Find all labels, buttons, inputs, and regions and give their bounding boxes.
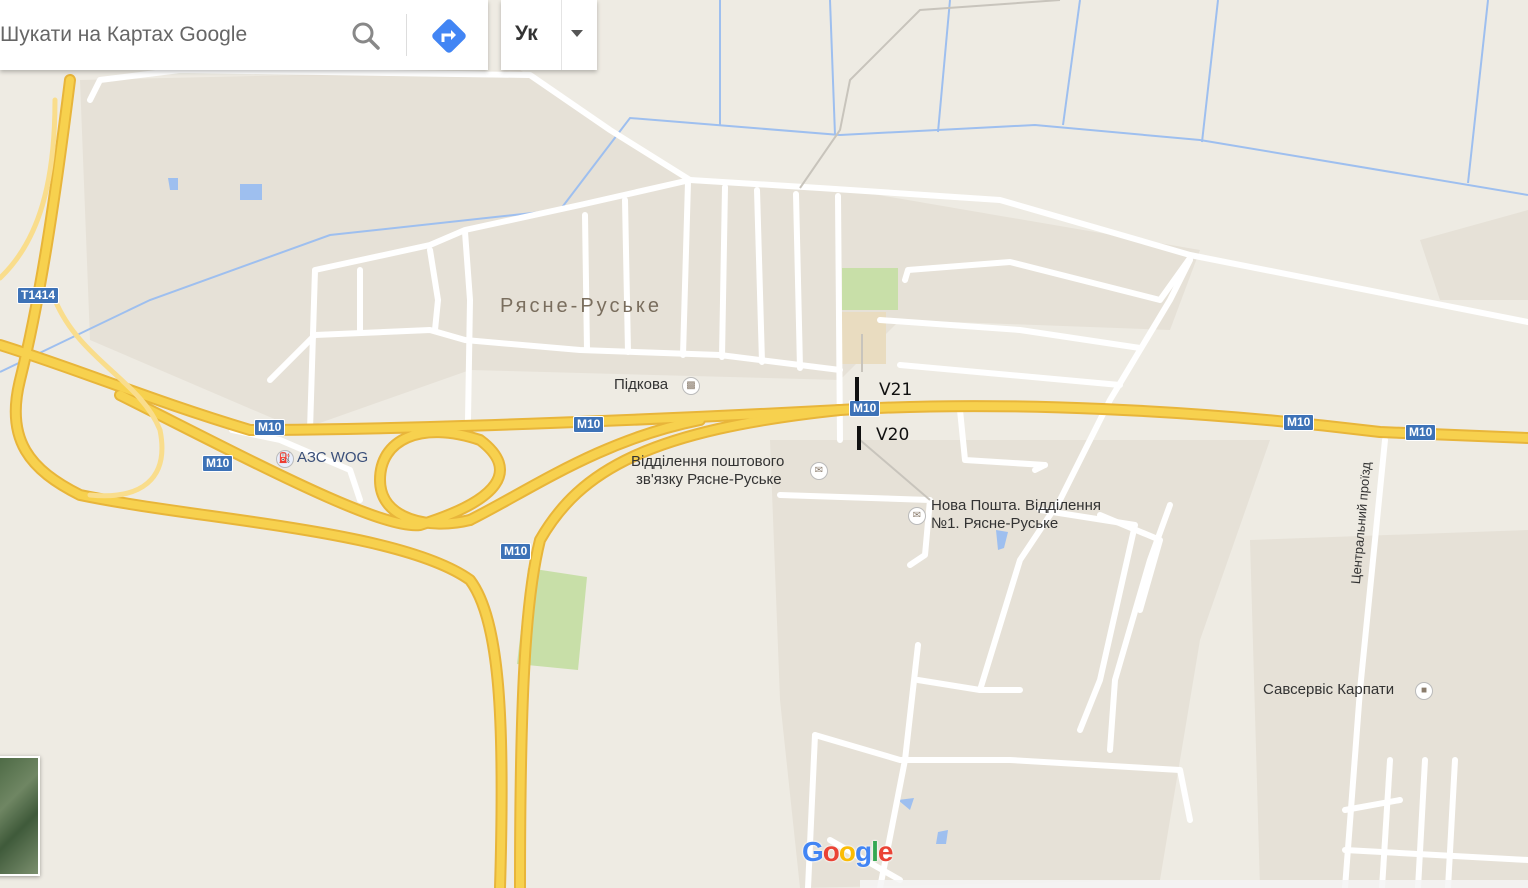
gas-station-icon[interactable]: ⛽: [276, 450, 294, 468]
map-canvas[interactable]: [0, 0, 1528, 888]
poi-post-office-line2[interactable]: зв'язку Рясне-Руське: [636, 471, 782, 489]
mail-icon[interactable]: ✉: [908, 507, 926, 525]
marker-v20-bar: [857, 426, 861, 450]
google-logo: Google: [802, 836, 894, 868]
route-shield-m10: M10: [202, 455, 234, 472]
route-shield-m10: M10: [573, 416, 605, 433]
marker-v20-label: V20: [876, 425, 910, 445]
language-selector[interactable]: Ук: [501, 0, 597, 70]
shop-icon[interactable]: ■: [1415, 682, 1433, 700]
directions-button[interactable]: [428, 15, 470, 57]
mail-icon[interactable]: ✉: [810, 462, 828, 480]
language-label[interactable]: Ук: [515, 22, 538, 46]
poi-car-service[interactable]: Савсервіс Карпати: [1263, 681, 1394, 699]
poi-nova-poshta-line2[interactable]: №1. Рясне-Руське: [931, 515, 1058, 533]
route-shield-m10: M10: [500, 543, 532, 560]
poi-gas-station[interactable]: АЗС WOG: [297, 449, 368, 467]
route-shield-m10: M10: [1405, 424, 1437, 441]
hotel-icon[interactable]: ▩: [682, 377, 700, 395]
chevron-down-icon[interactable]: [571, 30, 583, 37]
attribution-strip: [860, 880, 1528, 888]
google-logo-letter: o: [838, 836, 856, 867]
marker-v21-label: V21: [879, 380, 913, 400]
google-logo-letter: G: [802, 836, 824, 867]
marker-v21-bar: [855, 377, 859, 401]
route-shield-t1414: T1414: [17, 287, 60, 304]
town-label: Рясне-Руське: [500, 295, 662, 317]
route-shield-m10: M10: [849, 400, 881, 417]
route-shield-m10: M10: [1283, 414, 1315, 431]
poi-hotel[interactable]: Підкова: [614, 376, 668, 394]
route-shield-m10: M10: [254, 419, 286, 436]
search-icon: [352, 22, 380, 50]
google-logo-letter: o: [822, 836, 840, 867]
search-box: [0, 0, 488, 70]
poi-post-office-line1[interactable]: Відділення поштового: [631, 453, 784, 471]
google-logo-letter: l: [871, 836, 879, 867]
search-divider: [406, 14, 407, 56]
google-logo-letter: e: [877, 836, 894, 867]
google-logo-letter: g: [855, 836, 872, 867]
search-input[interactable]: [0, 20, 330, 50]
language-divider: [561, 0, 562, 70]
search-button[interactable]: [348, 18, 384, 54]
satellite-toggle[interactable]: [0, 756, 40, 876]
poi-nova-poshta-line1[interactable]: Нова Пошта. Відділення: [931, 497, 1101, 515]
directions-icon: [432, 19, 466, 53]
